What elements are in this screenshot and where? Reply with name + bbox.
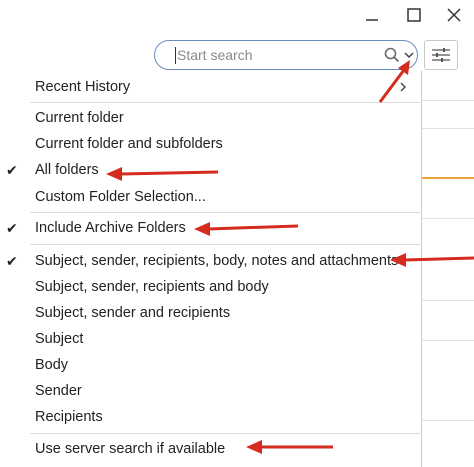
red-arrow-icon (106, 167, 219, 181)
red-arrow-icon (194, 222, 299, 236)
red-arrow-icon (246, 440, 333, 454)
red-arrow-icon (390, 253, 474, 267)
annotation-arrows (106, 60, 474, 454)
red-arrow-icon (378, 60, 410, 103)
